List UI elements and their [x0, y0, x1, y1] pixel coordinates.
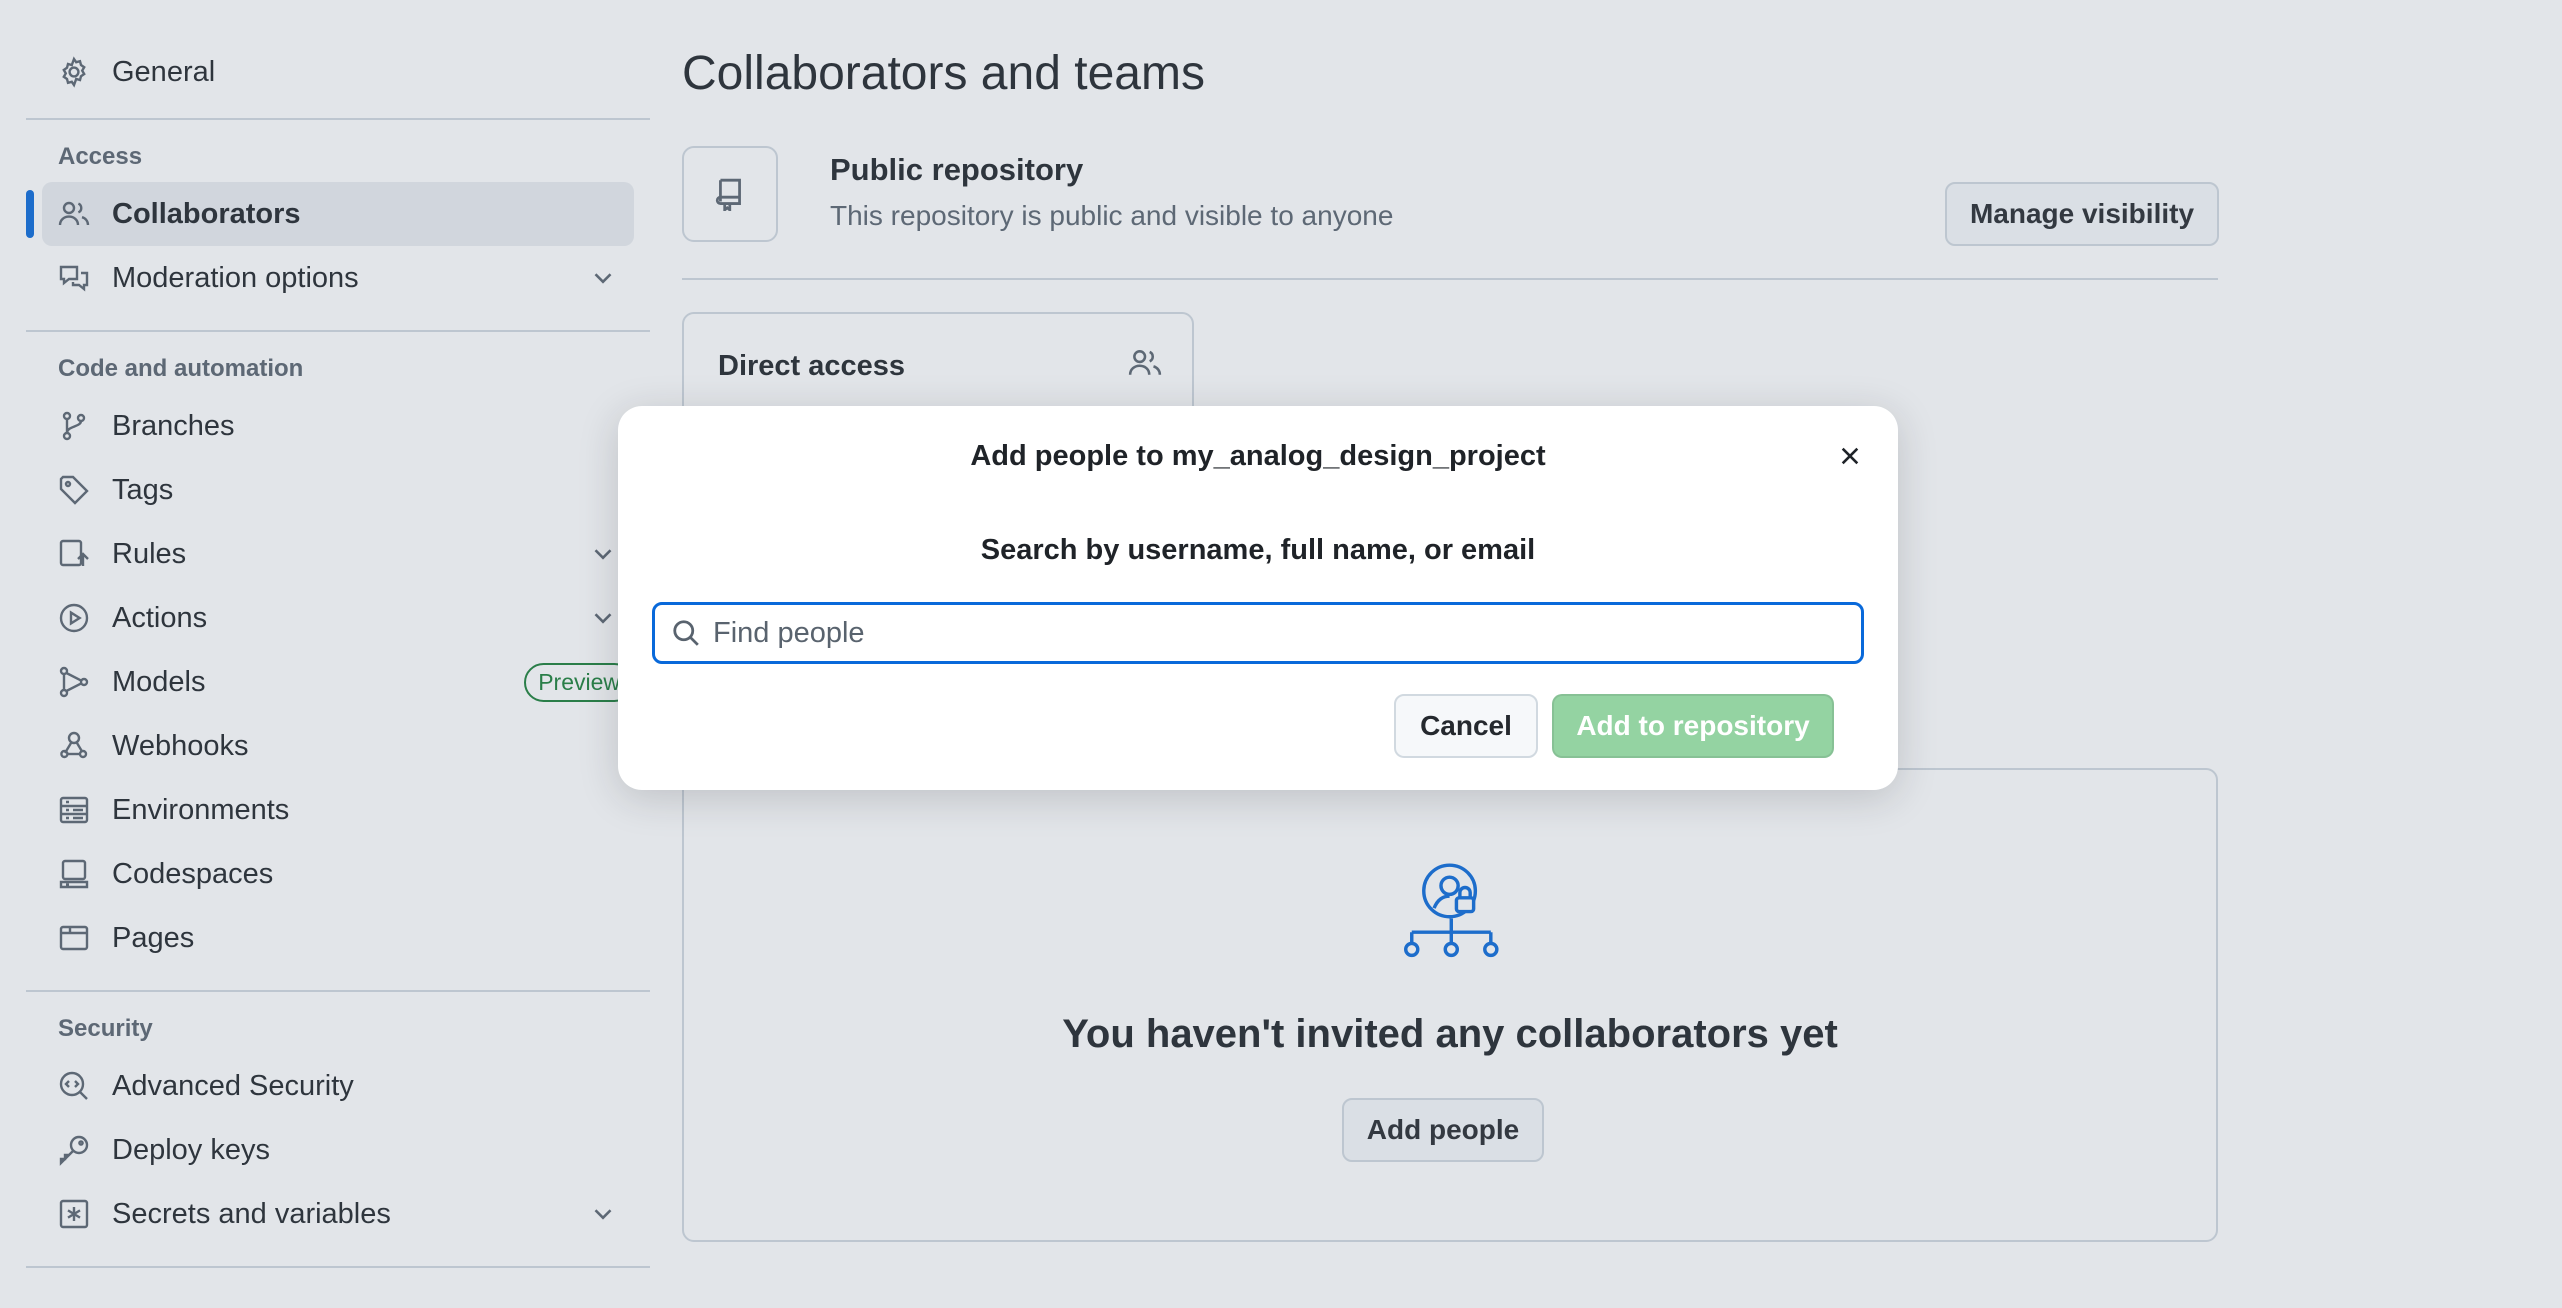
search-input[interactable] — [713, 608, 1861, 658]
search-icon — [671, 618, 701, 648]
close-icon[interactable] — [1830, 436, 1870, 476]
cancel-button[interactable]: Cancel — [1394, 694, 1538, 758]
search-field[interactable] — [652, 602, 1864, 664]
dialog-title: Add people to my_analog_design_project — [970, 440, 1546, 472]
search-label: Search by username, full name, or email — [980, 534, 1536, 566]
add-people-dialog: Add people to my_analog_design_project S… — [618, 406, 1898, 790]
add-to-repository-button[interactable]: Add to repository — [1552, 694, 1834, 758]
